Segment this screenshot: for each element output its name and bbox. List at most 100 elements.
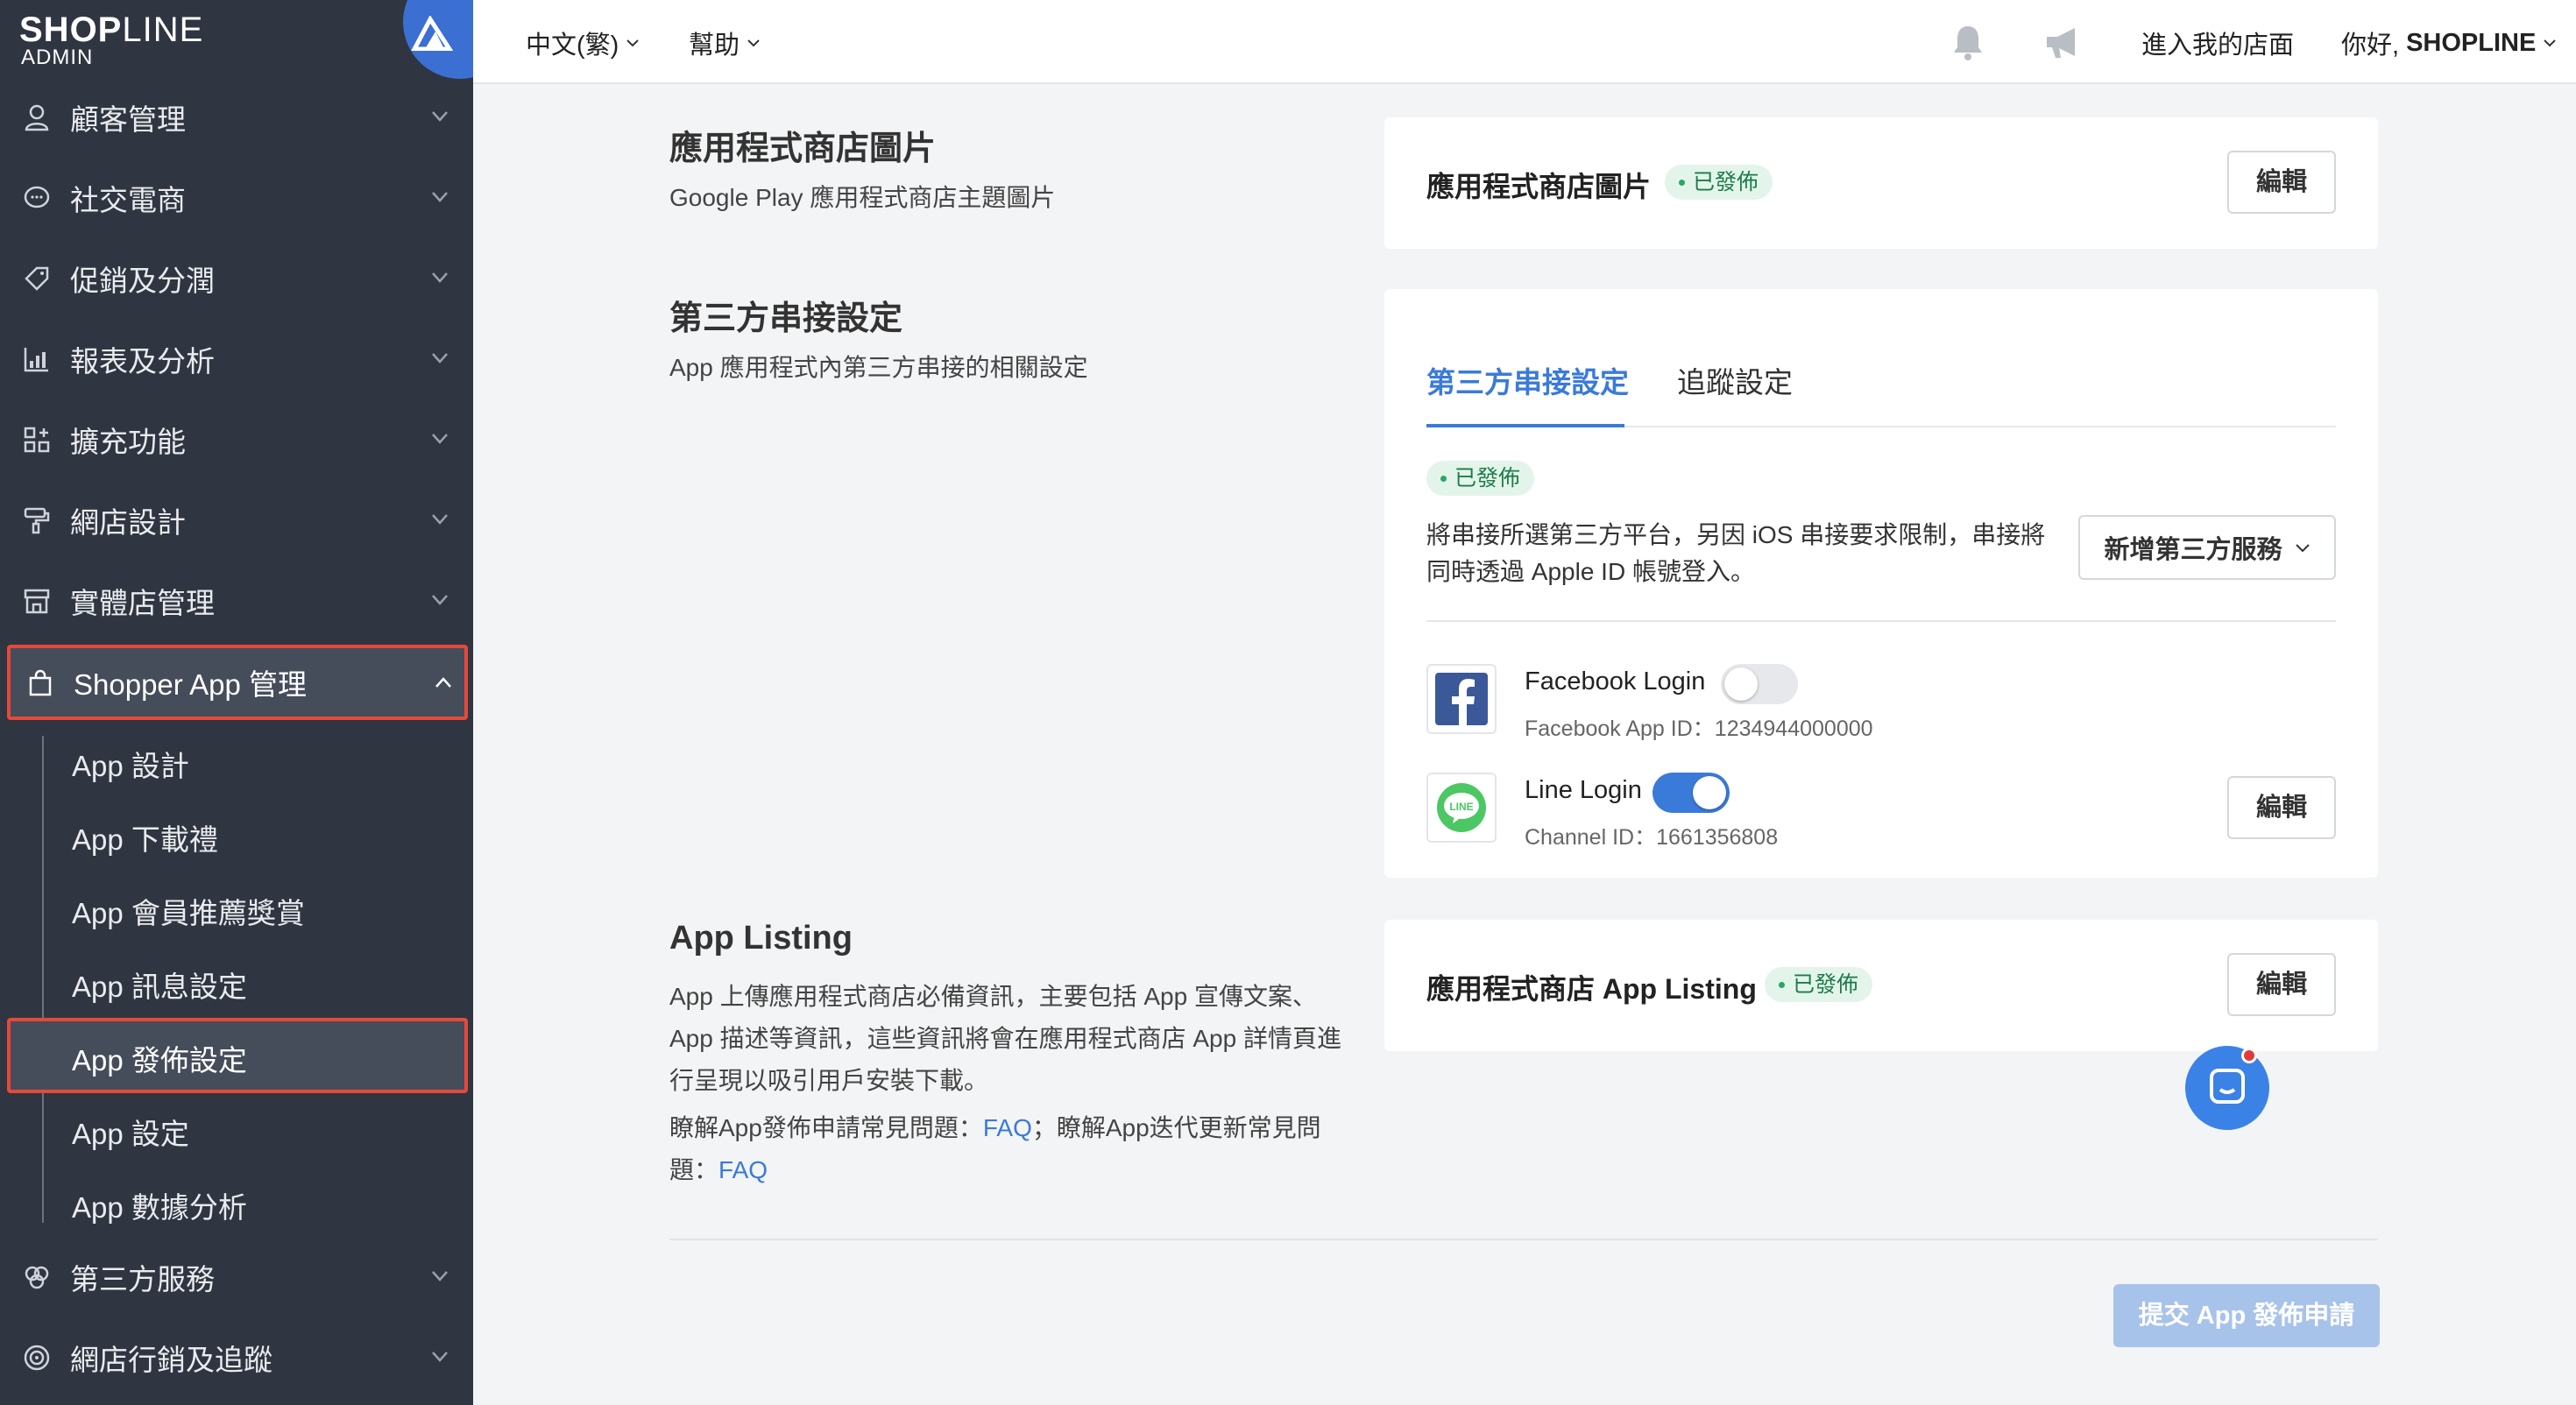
sidebar-item-label: 網店行銷及追蹤	[70, 1344, 272, 1376]
facebook-logo	[1426, 664, 1497, 734]
main-content: 應用程式商店圖片 Google Play 應用程式商店主題圖片 應用程式商店圖片…	[473, 84, 2576, 1405]
tab-third-party-settings[interactable]: 第三方串接設定	[1426, 359, 1629, 401]
help-label: 幫助	[689, 32, 740, 60]
sidebar-subitem-app-design[interactable]: App 設計	[72, 743, 189, 785]
sidebar-subitem-app-referral[interactable]: App 會員推薦獎賞	[72, 890, 305, 932]
language-dropdown[interactable]: 中文(繁)	[526, 25, 640, 61]
status-badge: 已發佈	[1665, 165, 1773, 200]
help-dropdown[interactable]: 幫助	[689, 25, 761, 61]
store-images-card: 應用程式商店圖片 已發佈 編輯	[1384, 117, 2378, 249]
toggle-knob	[1724, 667, 1758, 701]
faq-link-publish[interactable]: FAQ	[983, 1114, 1032, 1141]
chevron-down-icon	[2295, 544, 2310, 553]
note-line: 同時透過 Apple ID 帳號登入。	[1426, 558, 1755, 585]
section-desc-third-party: App 應用程式內第三方串接的相關設定	[669, 354, 1088, 381]
sidebar-item-label: 促銷及分潤	[70, 265, 215, 297]
section-desc-app-listing: App 上傳應用程式商店必備資訊，主要包括 App 宣傳文案、 App 描述等資…	[669, 976, 1341, 1102]
app-listing-card: 應用程式商店 App Listing 已發佈 編輯	[1384, 920, 2378, 1051]
tag-icon	[25, 266, 49, 291]
sidebar-item-promotions[interactable]: 促銷及分潤	[0, 238, 473, 319]
chevron-down-icon	[432, 514, 448, 525]
desc-line: App 描述等資訊，這些資訊將會在應用程式商店 App 詳情頁進	[669, 1025, 1341, 1052]
sidebar-item-shopper-app[interactable]: Shopper App 管理	[7, 645, 468, 720]
edit-button[interactable]: 編輯	[2227, 776, 2336, 839]
user-menu[interactable]: 你好, SHOPLINE	[2341, 25, 2557, 61]
sidebar-item-third-party-services[interactable]: 第三方服務	[0, 1237, 473, 1317]
line-login-toggle[interactable]	[1652, 773, 1730, 813]
sidebar-item-extensions[interactable]: 擴充功能	[0, 399, 473, 480]
faq-text: 瞭解App發佈申請常見問題：FAQ；瞭解App迭代更新常見問 題：FAQ	[669, 1107, 1321, 1191]
sidebar: SHOPLINE ADMIN 顧客管理 社交電商 促銷及分潤 報表及分析 擴充功…	[0, 0, 473, 1405]
sidebar-item-customers[interactable]: 顧客管理	[0, 77, 473, 158]
faq-prefix: 瞭解App發佈申請常見問題：	[669, 1114, 983, 1141]
chevron-down-icon	[432, 1271, 448, 1281]
paint-roller-icon	[24, 507, 50, 534]
status-badge: 已發佈	[1426, 461, 1535, 496]
divider	[1426, 620, 2336, 622]
logo[interactable]: SHOPLINE ADMIN	[0, 0, 473, 84]
chevron-down-icon	[432, 111, 448, 122]
faq-line: 題：FAQ	[669, 1149, 1321, 1191]
mountain-icon[interactable]	[403, 0, 473, 79]
submit-publish-button[interactable]: 提交 App 發佈申請	[2113, 1284, 2380, 1347]
facebook-login-toggle[interactable]	[1721, 664, 1798, 704]
sidebar-item-social-commerce[interactable]: 社交電商	[0, 158, 473, 238]
sidebar-subitem-app-publish[interactable]: App 發佈設定	[72, 1037, 247, 1079]
chat-bubble-icon	[2210, 1069, 2245, 1104]
faq-prefix: 題：	[669, 1156, 719, 1183]
line-login-name: Line Login	[1525, 776, 1642, 804]
tab-tracking-settings[interactable]: 追蹤設定	[1677, 359, 1793, 401]
sidebar-item-store-design[interactable]: 網店設計	[0, 480, 473, 561]
section-title-third-party: 第三方串接設定	[669, 300, 903, 337]
chevron-up-icon	[435, 677, 451, 688]
active-tab-indicator	[1426, 424, 1624, 427]
card-title: 應用程式商店圖片	[1426, 171, 1652, 202]
chevron-down-icon	[432, 192, 448, 202]
sidebar-item-label: Shopper App 管理	[74, 668, 307, 701]
visit-store-link[interactable]: 進入我的店面	[2141, 25, 2294, 61]
faq-link-update[interactable]: FAQ	[718, 1156, 768, 1183]
notification-dot	[2241, 1048, 2257, 1063]
toggle-knob	[1693, 776, 1726, 809]
chevron-down-icon	[432, 434, 448, 444]
facebook-icon	[1435, 673, 1488, 725]
sidebar-subitem-app-messages[interactable]: App 訊息設定	[72, 964, 247, 1006]
chevron-down-icon	[2544, 39, 2557, 47]
faq-middle: ；瞭解App迭代更新常見問	[1031, 1114, 1321, 1141]
sidebar-item-reports[interactable]: 報表及分析	[0, 319, 473, 399]
section-title-app-listing: App Listing	[669, 920, 853, 957]
store-icon	[24, 589, 50, 614]
sidebar-subitem-app-settings[interactable]: App 設定	[72, 1111, 189, 1153]
megaphone-icon[interactable]	[2042, 21, 2084, 63]
sidebar-item-marketing-tracking[interactable]: 網店行銷及追蹤	[0, 1317, 473, 1398]
desc-line: App 上傳應用程式商店必備資訊，主要包括 App 宣傳文案、	[669, 983, 1317, 1010]
svg-text:LINE: LINE	[1449, 801, 1473, 813]
sidebar-item-label: 報表及分析	[70, 345, 215, 378]
sidebar-item-label: 第三方服務	[70, 1263, 215, 1296]
user-icon	[25, 104, 49, 131]
bell-icon[interactable]	[1947, 21, 1989, 63]
chat-button[interactable]	[2185, 1046, 2269, 1130]
card-title: 應用程式商店 App Listing	[1426, 973, 1757, 1005]
section-title-store-images: 應用程式商店圖片	[669, 131, 937, 167]
language-label: 中文(繁)	[526, 32, 619, 60]
sidebar-item-label: 顧客管理	[70, 103, 186, 136]
brand-sub: ADMIN	[21, 46, 94, 69]
add-third-party-dropdown[interactable]: 新增第三方服務	[2078, 515, 2336, 580]
edit-button[interactable]: 編輯	[2227, 151, 2336, 214]
greeting-name: SHOPLINE	[2406, 28, 2537, 57]
chevron-down-icon	[432, 595, 448, 605]
sidebar-subitem-app-download-gift[interactable]: App 下載禮	[72, 816, 218, 858]
facebook-app-id: Facebook App ID：1234944000000	[1525, 717, 1873, 741]
sidebar-item-retail-store[interactable]: 實體店管理	[0, 561, 473, 641]
apps-icon	[24, 427, 50, 453]
greeting-prefix: 你好,	[2341, 32, 2400, 60]
chevron-down-icon	[432, 1352, 448, 1362]
sidebar-subitem-app-analytics[interactable]: App 數據分析	[72, 1184, 247, 1226]
line-channel-id: Channel ID：1661356808	[1525, 825, 1779, 850]
add-third-party-label: 新增第三方服務	[2104, 536, 2282, 564]
integration-note: 將串接所選第三方平台，另因 iOS 串接要求限制，串接將 同時透過 Apple …	[1426, 517, 2045, 590]
chevron-down-icon	[432, 353, 448, 364]
edit-button[interactable]: 編輯	[2227, 953, 2336, 1016]
sidebar-item-label: 社交電商	[70, 184, 186, 216]
